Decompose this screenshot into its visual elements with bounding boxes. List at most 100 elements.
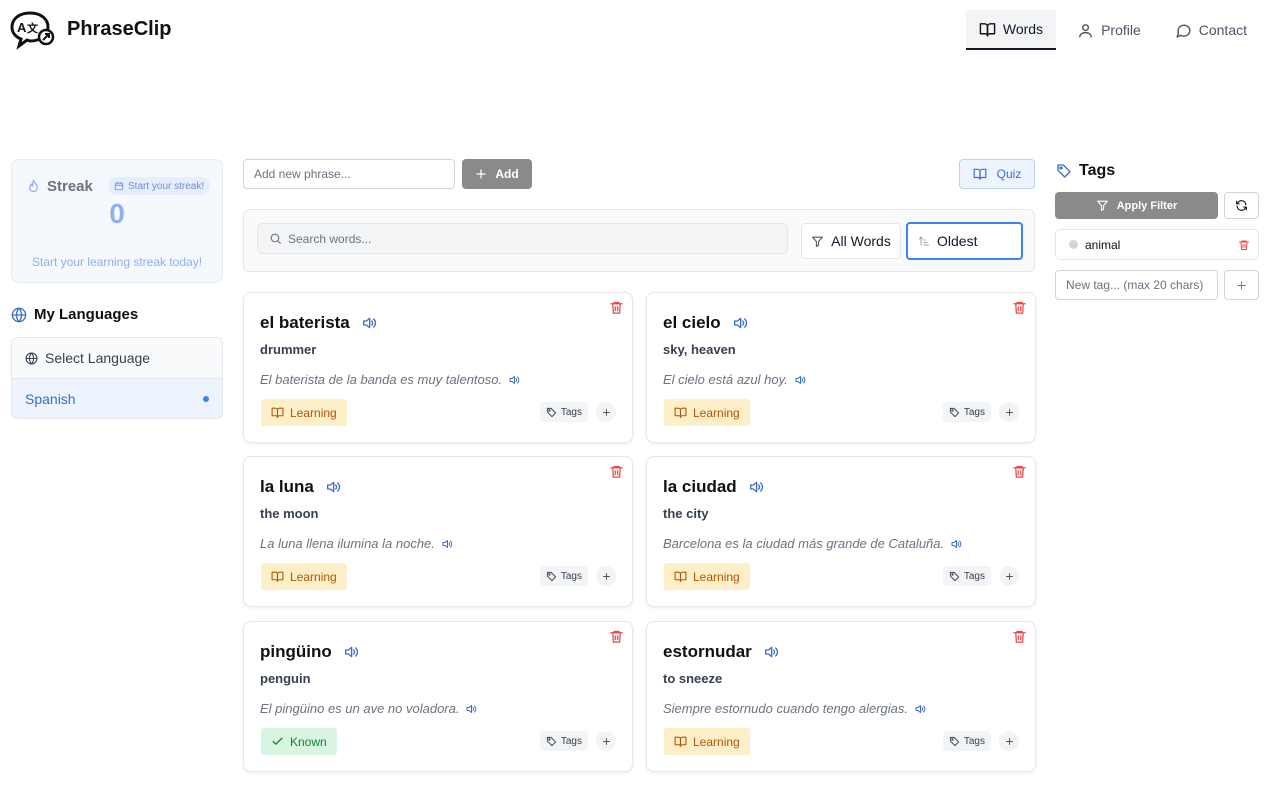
quiz-button[interactable]: Quiz bbox=[959, 159, 1035, 189]
status-badge[interactable]: Learning bbox=[261, 563, 347, 590]
speaker-icon[interactable] bbox=[914, 703, 926, 715]
tag-item-animal[interactable]: animal bbox=[1055, 229, 1259, 260]
nav-words[interactable]: Words bbox=[965, 10, 1057, 50]
refresh-tags-button[interactable] bbox=[1224, 192, 1259, 219]
add-tag-button[interactable] bbox=[1224, 270, 1259, 300]
tag-icon bbox=[949, 407, 959, 417]
message-circle-icon bbox=[1176, 24, 1191, 38]
speaker-icon[interactable] bbox=[794, 374, 806, 386]
app-name: PhraseClip bbox=[67, 18, 172, 40]
add-phrase-input[interactable] bbox=[243, 159, 455, 189]
apply-filter-button[interactable]: Apply Filter bbox=[1055, 192, 1218, 219]
trash-icon[interactable] bbox=[609, 464, 624, 479]
trash-icon[interactable] bbox=[1012, 300, 1027, 315]
status-label: Learning bbox=[693, 569, 740, 584]
nav-profile[interactable]: Profile bbox=[1064, 10, 1154, 50]
tag-item-label: animal bbox=[1085, 237, 1121, 252]
add-tag-to-card-button[interactable] bbox=[596, 402, 616, 422]
speaker-icon[interactable] bbox=[361, 315, 377, 331]
status-label: Learning bbox=[290, 405, 337, 420]
nav-profile-label: Profile bbox=[1101, 22, 1141, 38]
sort-dropdown[interactable]: Oldest bbox=[906, 222, 1023, 260]
trash-icon[interactable] bbox=[1012, 629, 1027, 644]
trash-icon[interactable] bbox=[1238, 239, 1250, 251]
example-sentence: Siempre estornudo cuando tengo alergias. bbox=[663, 701, 908, 716]
tags-button[interactable]: Tags bbox=[539, 402, 588, 422]
status-badge[interactable]: Learning bbox=[664, 399, 750, 426]
status-badge[interactable]: Learning bbox=[261, 399, 347, 426]
speaker-icon[interactable] bbox=[763, 644, 779, 660]
example-row: Siempre estornudo cuando tengo alergias. bbox=[663, 701, 926, 716]
tags-label: Tags bbox=[560, 570, 582, 582]
book-open-icon bbox=[973, 168, 987, 180]
plus-icon bbox=[1237, 280, 1246, 290]
status-badge[interactable]: Learning bbox=[664, 728, 750, 755]
tags-button[interactable]: Tags bbox=[942, 402, 991, 422]
language-item-spanish[interactable]: Spanish bbox=[12, 379, 222, 418]
trash-icon[interactable] bbox=[609, 629, 624, 644]
streak-title: Streak bbox=[26, 178, 93, 195]
add-tag-to-card-button[interactable] bbox=[596, 566, 616, 586]
add-phrase-button[interactable]: Add bbox=[462, 159, 532, 189]
add-tag-to-card-button[interactable] bbox=[999, 566, 1019, 586]
word-text: la luna bbox=[260, 477, 314, 496]
nav-contact[interactable]: Contact bbox=[1162, 10, 1260, 50]
speaker-icon[interactable] bbox=[950, 538, 962, 550]
tags-title-label: Tags bbox=[1079, 162, 1116, 179]
add-tag-to-card-button[interactable] bbox=[596, 731, 616, 751]
status-label: Learning bbox=[290, 569, 337, 584]
tags-button[interactable]: Tags bbox=[539, 731, 588, 751]
status-badge[interactable]: Known bbox=[261, 728, 337, 755]
example-sentence: El baterista de la banda es muy talentos… bbox=[260, 372, 503, 387]
select-language-button[interactable]: Select Language bbox=[12, 338, 222, 379]
speaker-icon[interactable] bbox=[508, 374, 520, 386]
book-open-icon bbox=[674, 571, 687, 582]
trash-icon[interactable] bbox=[1012, 464, 1027, 479]
app-logo-icon[interactable]: A 文 bbox=[10, 10, 58, 50]
nav-contact-label: Contact bbox=[1198, 22, 1247, 38]
header: A 文 PhraseClip Words Profile Contact bbox=[0, 0, 1280, 60]
tags-label: Tags bbox=[963, 406, 985, 418]
translation-text: drummer bbox=[260, 342, 317, 357]
tags-button[interactable]: Tags bbox=[942, 731, 991, 751]
word-row: el baterista bbox=[260, 313, 377, 333]
translation-text: sky, heaven bbox=[663, 342, 736, 357]
speaker-icon[interactable] bbox=[441, 538, 453, 550]
word-card: el baterista drummer El baterista de la ba… bbox=[243, 292, 633, 443]
word-text: pingüino bbox=[260, 642, 332, 661]
speaker-icon[interactable] bbox=[343, 644, 359, 660]
word-text: el cielo bbox=[663, 313, 721, 332]
streak-message: Start your learning streak today! bbox=[31, 255, 203, 269]
calendar-icon bbox=[114, 182, 124, 191]
word-row: la ciudad bbox=[663, 477, 764, 497]
translation-text: the moon bbox=[260, 506, 319, 521]
word-card: estornudar to sneeze Siempre estornudo cua… bbox=[646, 621, 1036, 772]
search-icon bbox=[270, 233, 281, 244]
speaker-icon[interactable] bbox=[732, 315, 748, 331]
speaker-icon[interactable] bbox=[748, 479, 764, 495]
trash-icon[interactable] bbox=[609, 300, 624, 315]
add-tag-to-card-button[interactable] bbox=[999, 402, 1019, 422]
add-tag-to-card-button[interactable] bbox=[999, 731, 1019, 751]
speaker-icon[interactable] bbox=[325, 479, 341, 495]
example-row: El baterista de la banda es muy talentos… bbox=[260, 372, 520, 387]
tag-color-dot bbox=[1069, 240, 1078, 249]
plus-icon bbox=[602, 408, 610, 416]
filter-dropdown[interactable]: All Words bbox=[801, 223, 901, 259]
search-input[interactable] bbox=[288, 231, 768, 246]
filter-label: All Words bbox=[831, 233, 891, 249]
word-text: la ciudad bbox=[663, 477, 737, 496]
tags-label: Tags bbox=[963, 735, 985, 747]
plus-icon bbox=[602, 572, 610, 580]
filter-icon bbox=[1096, 200, 1108, 211]
example-row: El pingüino es un ave no voladora. bbox=[260, 701, 477, 716]
new-tag-input[interactable] bbox=[1055, 270, 1218, 300]
streak-count: 0 bbox=[109, 198, 125, 229]
speaker-icon[interactable] bbox=[465, 703, 477, 715]
tags-button[interactable]: Tags bbox=[942, 566, 991, 586]
example-sentence: El cielo está azul hoy. bbox=[663, 372, 788, 387]
example-row: El cielo está azul hoy. bbox=[663, 372, 806, 387]
tags-button[interactable]: Tags bbox=[539, 566, 588, 586]
word-row: la luna bbox=[260, 477, 341, 497]
status-badge[interactable]: Learning bbox=[664, 563, 750, 590]
